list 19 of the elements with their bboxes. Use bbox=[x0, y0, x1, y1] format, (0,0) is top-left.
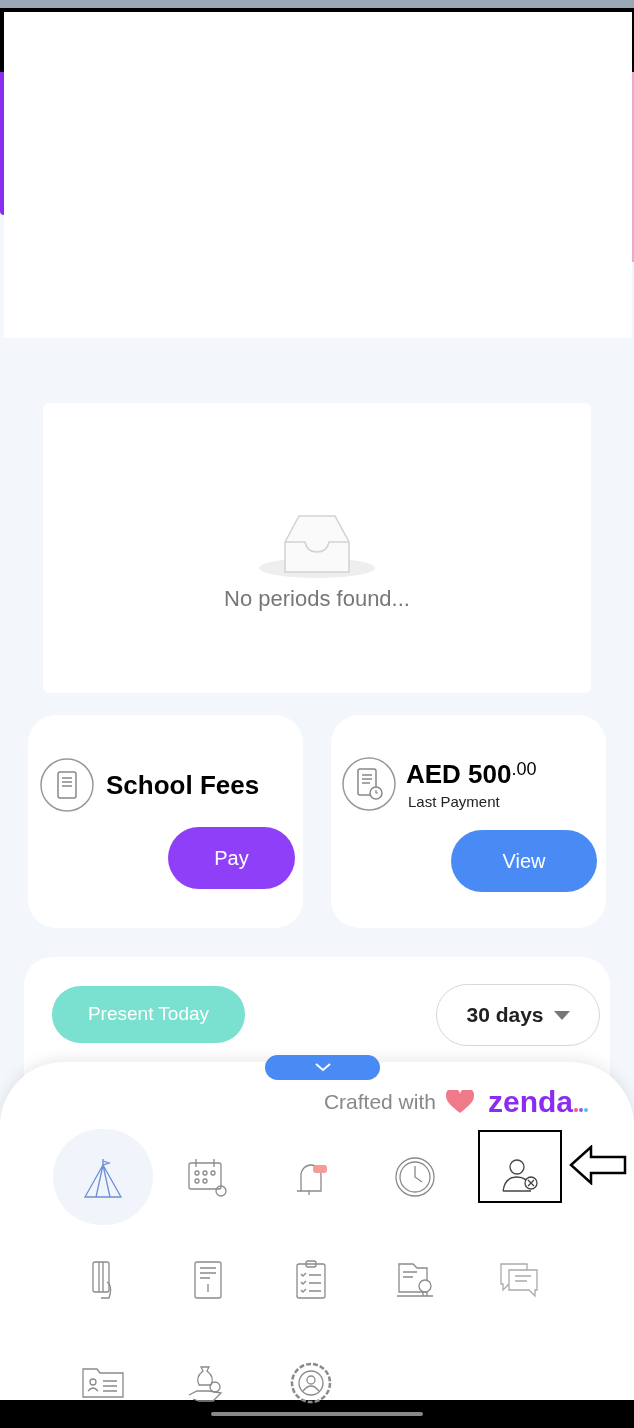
amount-cents: .00 bbox=[511, 758, 537, 781]
gear-icon[interactable] bbox=[289, 1360, 333, 1405]
empty-message: No periods found... bbox=[224, 584, 410, 613]
crafted-text: Crafted with bbox=[323, 1089, 436, 1116]
fee-title: School Fees bbox=[106, 768, 260, 802]
caret-icon bbox=[553, 1010, 570, 1020]
view-button[interactable]: View bbox=[451, 830, 597, 892]
range-dropdown[interactable]: 30 days bbox=[436, 984, 600, 1046]
chevron-down-icon bbox=[314, 1063, 331, 1072]
document-icon bbox=[40, 758, 94, 812]
clock-icon[interactable] bbox=[393, 1154, 437, 1199]
pointer-arrow-icon bbox=[569, 1145, 627, 1185]
brand-logo: zenda bbox=[487, 1086, 588, 1118]
amount-caption: Last Payment bbox=[408, 792, 501, 812]
heart-icon bbox=[445, 1090, 474, 1114]
pay-button[interactable]: Pay bbox=[168, 827, 295, 889]
amount-value: AED 500 bbox=[406, 758, 512, 791]
receipt-clock-icon bbox=[342, 757, 396, 811]
collapse-button[interactable] bbox=[265, 1055, 380, 1080]
